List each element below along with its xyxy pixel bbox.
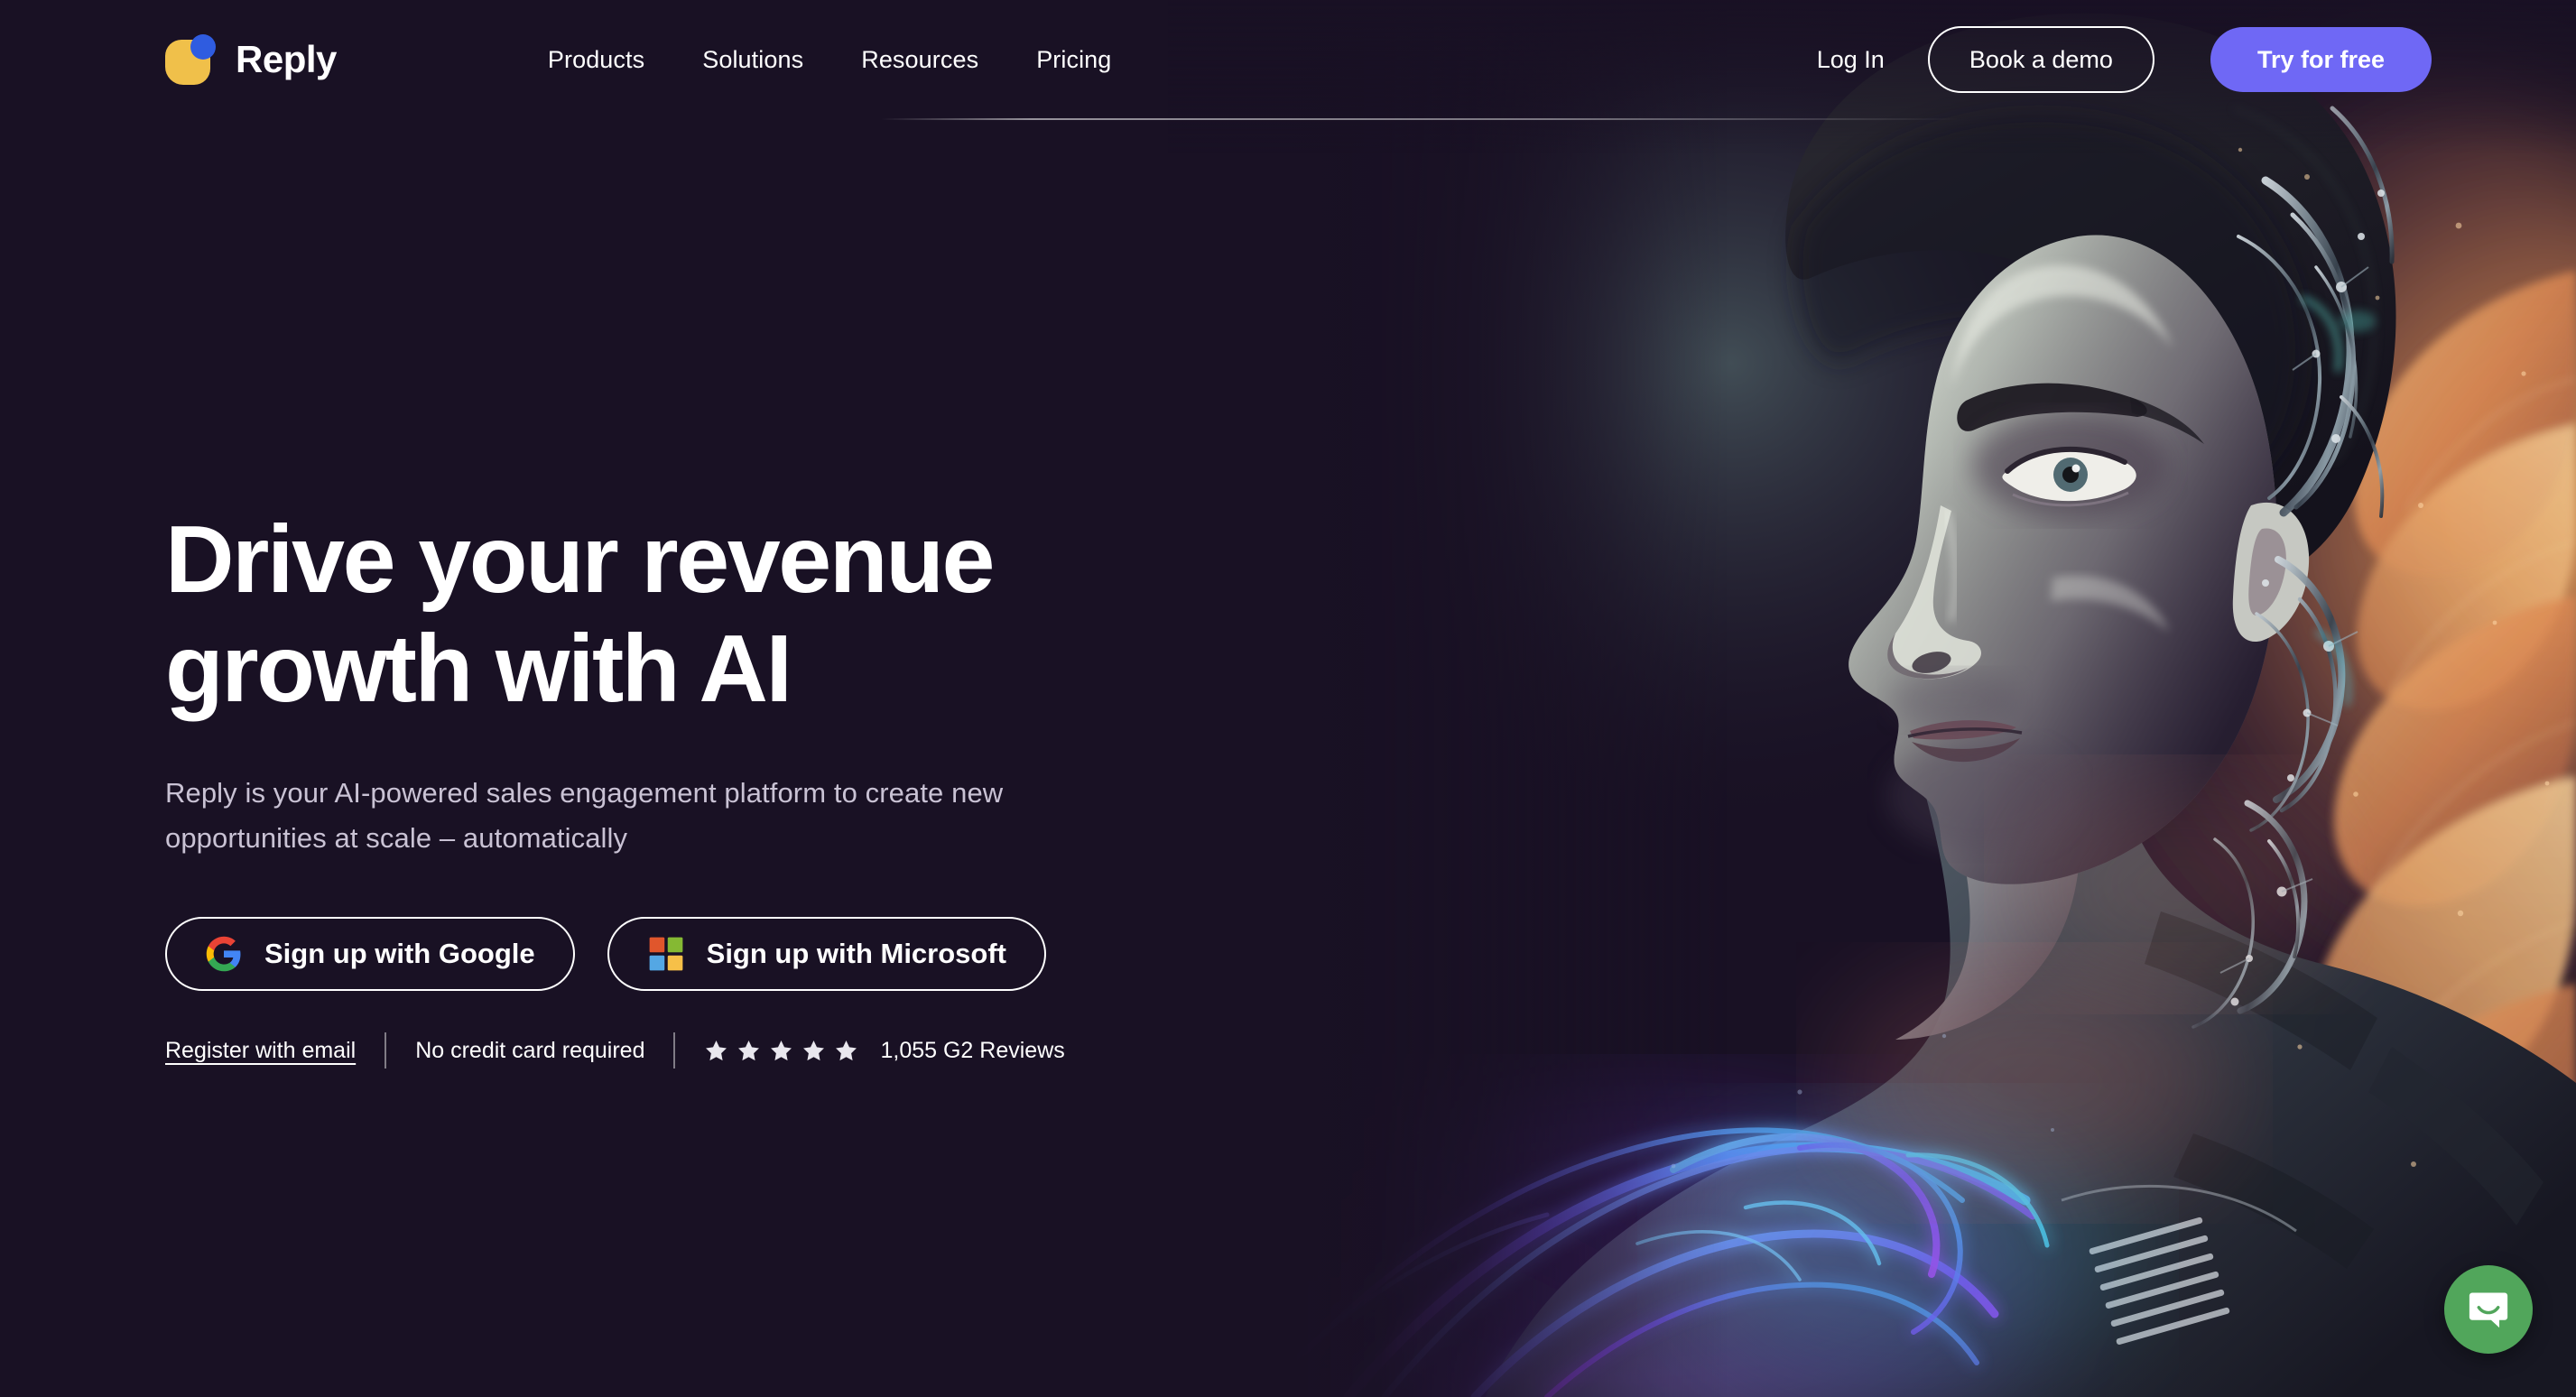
headline-line-1: Drive your revenue — [165, 506, 996, 613]
star-icon — [803, 1040, 825, 1060]
meta-divider-1 — [385, 1032, 387, 1069]
nav-item-resources[interactable]: Resources — [861, 46, 978, 74]
sign-up-with-google-button[interactable]: Sign up with Google — [165, 917, 575, 992]
star-icon — [836, 1040, 857, 1060]
headline-line-2: growth with AI — [165, 615, 792, 722]
book-a-demo-button[interactable]: Book a demo — [1927, 26, 2154, 93]
brand-logo[interactable]: Reply — [165, 34, 337, 85]
register-with-email-link[interactable]: Register with email — [165, 1038, 356, 1064]
subtitle-line-1: Reply is your AI-powered sales engagemen… — [165, 776, 1004, 809]
header-actions: Log In Book a demo Try for free — [1817, 26, 2432, 93]
login-link[interactable]: Log In — [1817, 46, 1885, 74]
signup-buttons-row: Sign up with Google Sign up with Microso… — [165, 917, 1248, 992]
nav-item-pricing[interactable]: Pricing — [1036, 46, 1111, 74]
microsoft-icon — [649, 937, 683, 971]
page-title: Drive your revenue growth with AI — [165, 505, 1248, 724]
no-credit-card-text: No credit card required — [415, 1037, 645, 1063]
chat-bubble-icon — [2469, 1292, 2508, 1328]
logo-dot-shape — [190, 34, 216, 60]
hero-meta-row: Register with email No credit card requi… — [165, 1032, 1248, 1069]
star-icon — [706, 1040, 727, 1060]
chat-widget-button[interactable] — [2444, 1265, 2533, 1354]
meta-divider-2 — [673, 1032, 676, 1069]
sign-up-with-microsoft-button[interactable]: Sign up with Microsoft — [607, 917, 1046, 992]
google-icon — [206, 936, 241, 972]
site-header: Reply Products Solutions Resources Prici… — [0, 0, 2576, 119]
g2-reviews-label: 1,055 G2 Reviews — [880, 1037, 1065, 1063]
google-button-label: Sign up with Google — [264, 938, 535, 970]
hero-artwork — [1168, 0, 2576, 1397]
reply-logo-icon — [165, 34, 216, 85]
hero-section: Drive your revenue growth with AI Reply … — [165, 505, 1248, 1069]
star-icon — [738, 1040, 760, 1060]
star-icon — [771, 1040, 792, 1060]
hero-subtitle: Reply is your AI-powered sales engagemen… — [165, 771, 1185, 861]
microsoft-button-label: Sign up with Microsoft — [706, 938, 1006, 970]
primary-nav: Products Solutions Resources Pricing — [548, 46, 1112, 74]
nav-item-products[interactable]: Products — [548, 46, 644, 74]
nav-item-solutions[interactable]: Solutions — [702, 46, 803, 74]
landing-page: Reply Products Solutions Resources Prici… — [0, 0, 2576, 1397]
brand-name: Reply — [236, 38, 337, 80]
rating-stars — [704, 1039, 858, 1063]
try-for-free-button[interactable]: Try for free — [2210, 27, 2432, 92]
subtitle-line-2: opportunities at scale – automatically — [165, 821, 628, 854]
